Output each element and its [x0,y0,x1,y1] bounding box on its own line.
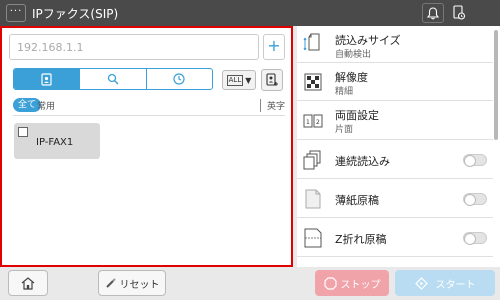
ip-address-input[interactable]: 192.168.1.1 [9,34,259,60]
setting-name: 読込みサイズ [335,34,401,47]
settings-panel: 読込みサイズ 自動検出 解像度 精細 12 両面設定 片面 連続読込み 薄紙原稿 [297,26,500,267]
stop-button[interactable]: ストップ [315,270,389,296]
setting-continuous-scan[interactable]: 連続読込み [297,141,493,179]
continuous-scan-icon [302,149,324,171]
register-destination-button[interactable] [261,69,283,91]
setting-resolution[interactable]: 解像度 精細 [297,64,493,101]
resolution-icon [302,71,324,93]
search-icon [107,73,119,85]
setting-name: 薄紙原稿 [335,194,379,207]
settings-scrollbar[interactable] [494,30,498,140]
reset-label: リセット [119,279,160,291]
tab-search[interactable] [80,69,147,89]
index-filter: 全て 常用 英字 [13,98,285,112]
destination-panel: 192.168.1.1 + ALL ▼ 全て 常用 英字 IP-FAX1 [0,26,293,267]
destination-type-dropdown[interactable]: ALL ▼ [222,70,256,90]
destination-label: IP-FAX1 [36,137,74,148]
start-icon [414,276,428,290]
destination-checkbox[interactable] [18,127,28,137]
chevron-down-icon: ▼ [245,75,252,85]
destination-source-tabs [13,68,213,90]
z-fold-toggle[interactable] [463,232,487,245]
thin-paper-icon [302,188,324,210]
svg-text:1: 1 [306,119,310,126]
tab-history[interactable] [147,69,212,89]
all-badge: ALL [226,74,244,86]
reset-icon [105,277,116,288]
home-button[interactable] [8,270,48,296]
destination-item[interactable]: IP-FAX1 [14,123,100,159]
thin-paper-toggle[interactable] [463,193,487,206]
duplex-icon: 12 [302,110,324,132]
setting-value: 自動検出 [335,50,372,60]
setting-scan-size[interactable]: 読込みサイズ 自動検出 [297,26,493,63]
scan-size-icon [302,32,324,54]
z-fold-icon [302,227,324,249]
reset-button[interactable]: リセット [98,270,166,296]
address-book-add-icon [266,73,278,86]
divider [13,115,285,116]
clock-icon [173,73,185,85]
notification-bell-icon[interactable] [422,3,444,23]
stop-label: ストップ [340,279,381,291]
tab-address-book[interactable] [14,69,81,89]
address-book-icon [41,72,52,86]
bottom-bar: リセット ストップ スタート [0,267,500,300]
start-label: スタート [435,279,476,291]
setting-name: 解像度 [335,71,368,84]
continuous-scan-toggle[interactable] [463,154,487,167]
setting-thin-paper[interactable]: 薄紙原稿 [297,180,493,218]
title-bar: ··· IPファクス(SIP) [0,0,500,26]
start-button[interactable]: スタート [395,270,495,296]
filter-chip-common[interactable]: 常用 [37,99,55,112]
setting-name: 両面設定 [335,109,379,122]
setting-value: 精細 [335,87,354,97]
svg-text:2: 2 [316,119,320,126]
stop-icon [323,276,337,290]
setting-duplex[interactable]: 12 両面設定 片面 [297,102,493,140]
filter-chip-alpha[interactable]: 英字 [259,99,285,112]
setting-name: Z折れ原稿 [335,233,387,246]
add-destination-button[interactable]: + [263,34,285,60]
setting-value: 片面 [335,125,354,135]
app-title: IPファクス(SIP) [32,7,119,21]
device-status-icon[interactable] [448,3,470,23]
home-icon [21,276,35,290]
setting-name: 連続読込み [335,155,390,168]
setting-z-fold[interactable]: Z折れ原稿 [297,219,493,257]
menu-button[interactable]: ··· [6,4,26,22]
